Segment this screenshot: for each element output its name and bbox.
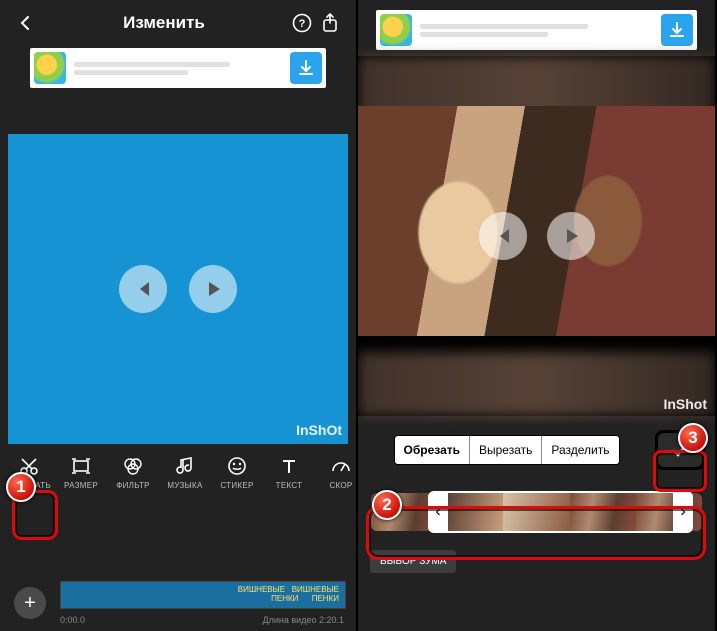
ad-text	[74, 59, 282, 78]
download-icon[interactable]	[290, 52, 322, 84]
tool-canvas[interactable]: РАЗМЕР	[56, 454, 106, 490]
right-screen: InShot Обрезать Вырезать Разделить ‹ › В…	[358, 0, 715, 631]
timeline-caption: ВИШНЕВЫЕ ВИШНЕВЫЕПЕНКИ ПЕНКИ	[238, 585, 339, 603]
tool-text[interactable]: ТЕКСТ	[264, 454, 314, 490]
callout-badge-2: 2	[372, 490, 402, 520]
timeline-start: 0:00.0	[60, 615, 85, 625]
ad-banner[interactable]	[376, 10, 697, 50]
download-icon[interactable]	[661, 14, 693, 46]
add-button[interactable]: +	[14, 587, 46, 619]
watermark: InShOt	[296, 422, 342, 438]
callout-badge-3: 3	[678, 423, 708, 453]
back-icon[interactable]	[12, 9, 40, 37]
trim-handle-left[interactable]: ‹	[428, 493, 448, 531]
svg-text:?: ?	[299, 18, 306, 30]
tool-music[interactable]: МУЗЫКА	[160, 454, 210, 490]
timeline-length: Длина видео 2:20.1	[263, 615, 344, 625]
share-icon[interactable]	[316, 9, 344, 37]
trim-range[interactable]: ‹ ›	[368, 490, 705, 534]
text-icon	[277, 454, 301, 478]
left-screen: Изменить ? InShOt ОБРЕЗА	[0, 0, 356, 631]
callout-badge-1: 1	[6, 472, 36, 502]
music-icon	[173, 454, 197, 478]
zoom-select-button[interactable]: ВЫБОР ЗУМА	[370, 550, 456, 573]
sticker-icon	[225, 454, 249, 478]
segment-split[interactable]: Разделить	[542, 436, 618, 464]
segment-cut[interactable]: Вырезать	[470, 436, 542, 464]
tool-filter[interactable]: ФИЛЬТР	[108, 454, 158, 490]
speed-icon	[329, 454, 353, 478]
timeline-strip[interactable]: ВИШНЕВЫЕ ВИШНЕВЫЕПЕНКИ ПЕНКИ	[60, 581, 346, 609]
ad-logo-icon	[380, 14, 412, 46]
video-preview[interactable]: InShOt	[8, 134, 348, 444]
page-title: Изменить	[123, 13, 205, 33]
play-button[interactable]	[547, 212, 595, 260]
tool-sticker[interactable]: СТИКЕР	[212, 454, 262, 490]
canvas-icon	[69, 454, 93, 478]
trim-handle-right[interactable]: ›	[673, 493, 693, 531]
filter-icon	[121, 454, 145, 478]
watermark: InShot	[663, 396, 707, 412]
ad-text	[420, 21, 653, 40]
tool-toolbar: ОБРЕЗАТЬ РАЗМЕР ФИЛЬТР МУЗЫКА СТИКЕР ТЕК…	[0, 444, 356, 490]
ad-logo-icon	[34, 52, 66, 84]
header-bar: Изменить ?	[0, 0, 356, 46]
video-preview[interactable]: InShot	[358, 56, 715, 416]
tool-speed[interactable]: СКОР	[316, 454, 356, 490]
help-icon[interactable]: ?	[288, 9, 316, 37]
play-button[interactable]	[189, 265, 237, 313]
previous-button[interactable]	[479, 212, 527, 260]
previous-button[interactable]	[119, 265, 167, 313]
ad-banner[interactable]	[30, 48, 326, 88]
segment-trim[interactable]: Обрезать	[395, 436, 470, 464]
segmented-control: Обрезать Вырезать Разделить	[394, 435, 620, 465]
